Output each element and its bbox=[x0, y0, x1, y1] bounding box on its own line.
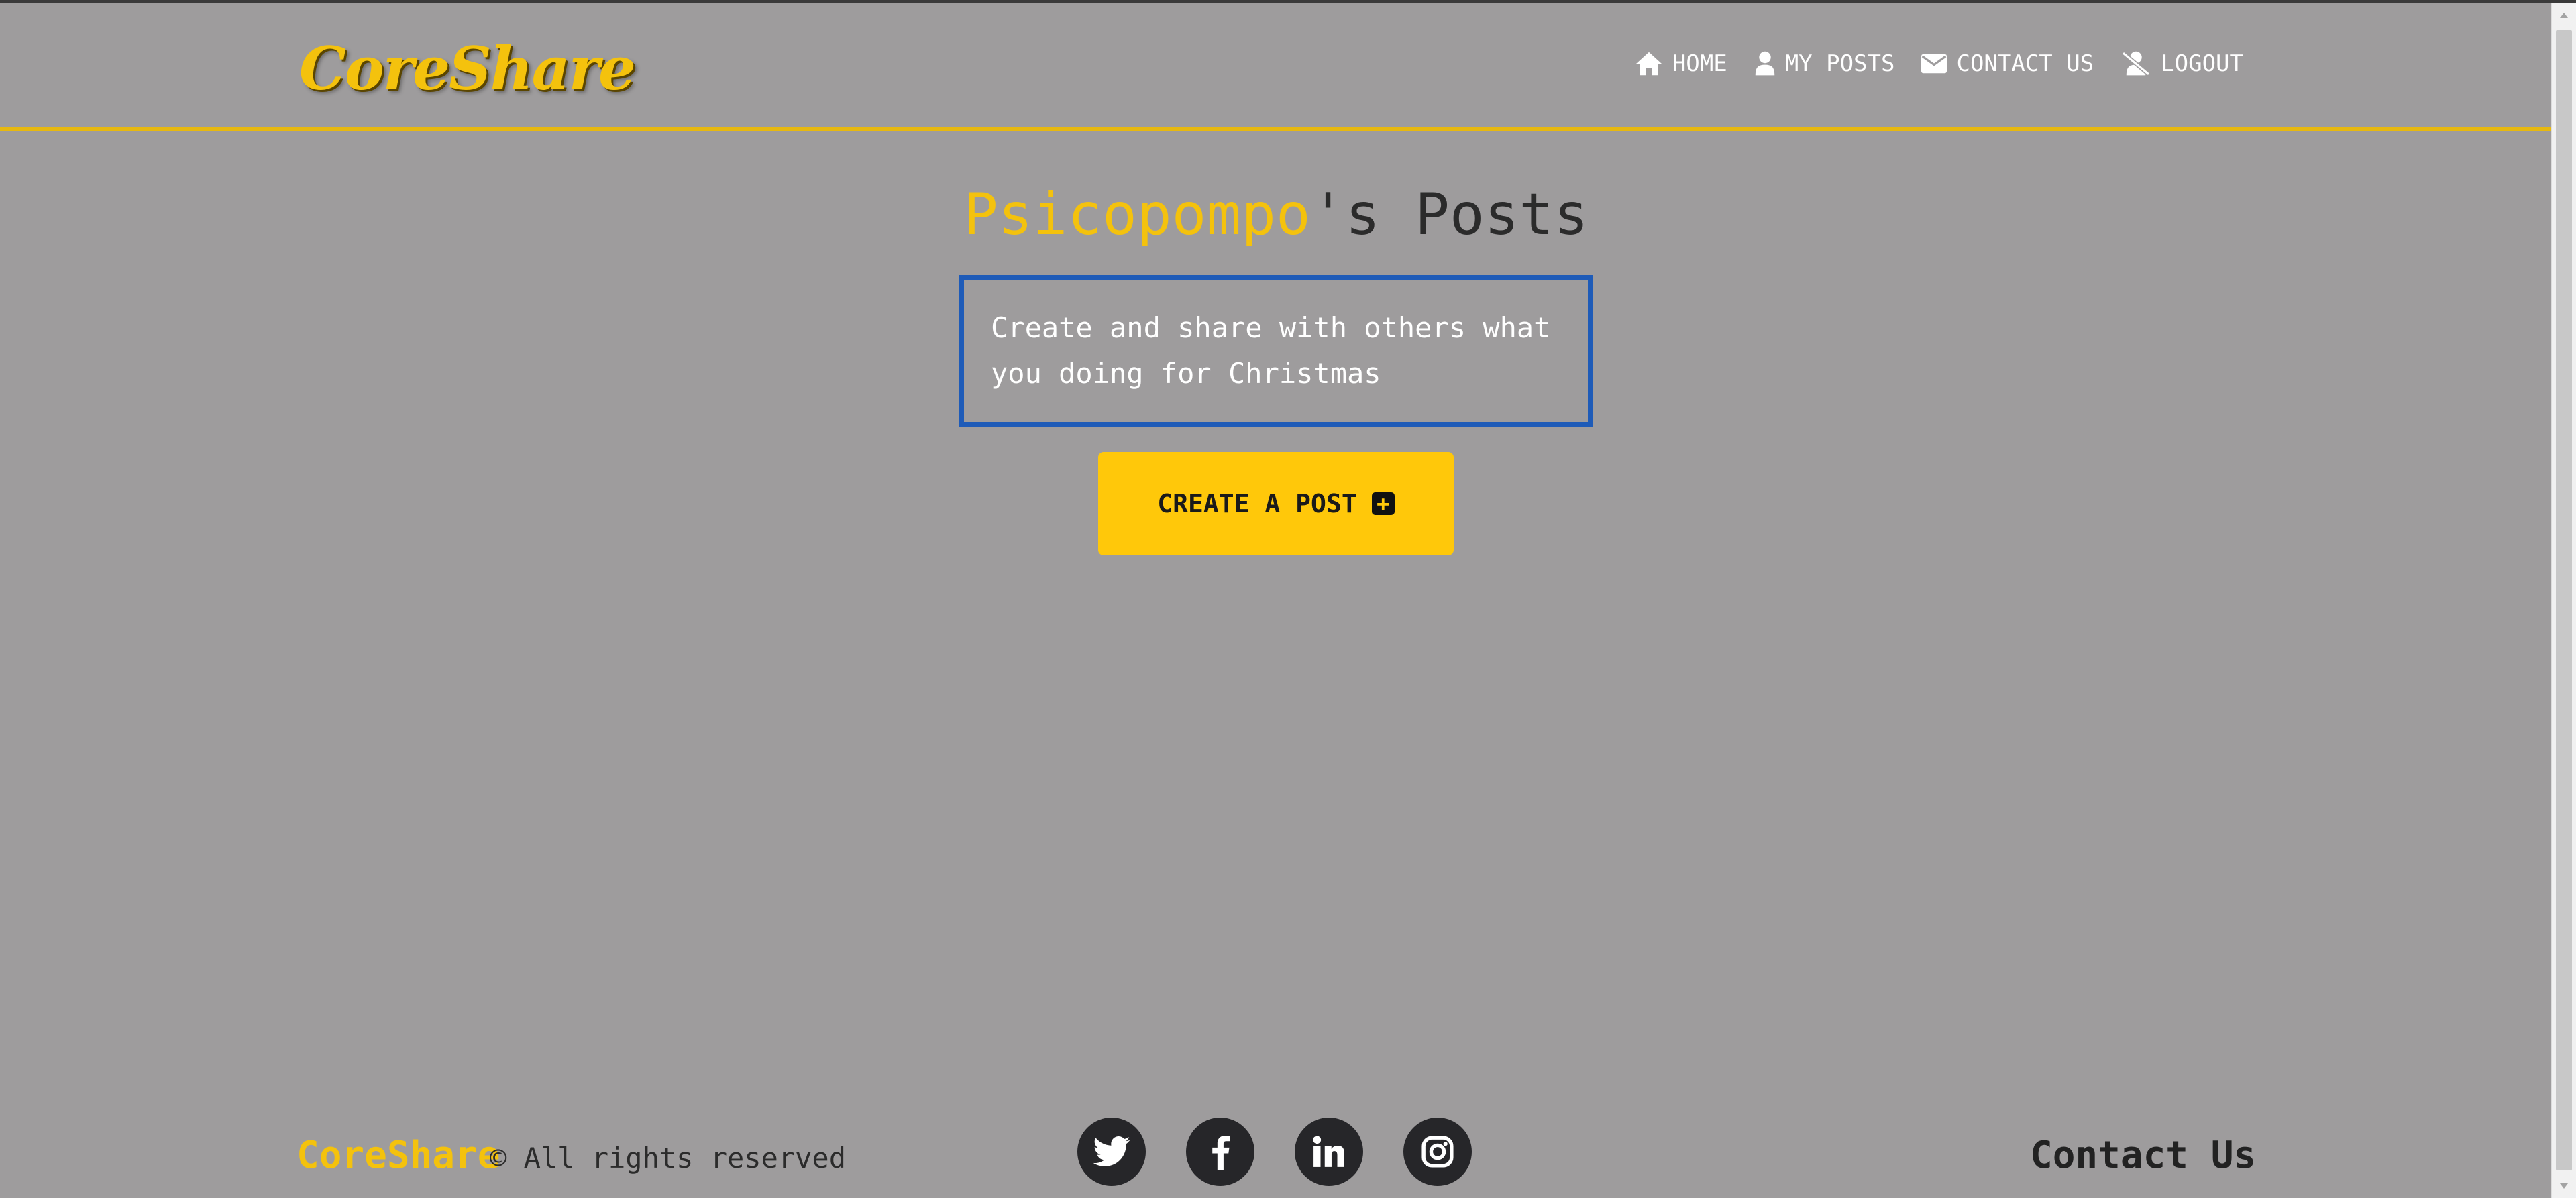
page-title: Psicopompo's Posts bbox=[963, 181, 1589, 248]
twitter-link[interactable] bbox=[1077, 1118, 1146, 1186]
footer-brand: CoreShare bbox=[297, 1134, 500, 1177]
nav-logout[interactable]: LOGOUT bbox=[2121, 50, 2243, 77]
nav-logout-label: LOGOUT bbox=[2161, 50, 2243, 77]
vertical-scrollbar[interactable] bbox=[2551, 3, 2576, 1198]
nav-my-posts[interactable]: MY POSTS bbox=[1754, 50, 1895, 77]
main-content: Psicopompo's Posts Create and share with… bbox=[0, 131, 2552, 555]
nav-home[interactable]: HOME bbox=[1635, 50, 1727, 77]
linkedin-icon bbox=[1313, 1136, 1344, 1167]
description-box: Create and share with others what you do… bbox=[959, 275, 1593, 427]
nav-home-label: HOME bbox=[1672, 50, 1727, 77]
user-slash-icon bbox=[2122, 51, 2151, 76]
facebook-link[interactable] bbox=[1186, 1118, 1254, 1186]
nav-my-posts-label: MY POSTS bbox=[1784, 50, 1895, 77]
footer-contact-link[interactable]: Contact Us bbox=[2030, 1134, 2256, 1177]
social-links bbox=[1077, 1118, 1472, 1186]
site-logo[interactable]: CoreShare bbox=[299, 34, 636, 103]
user-icon bbox=[1755, 51, 1774, 76]
create-post-button[interactable]: CREATE A POST + bbox=[1098, 452, 1454, 555]
site-header: CoreShare HOME MY POSTS CONTACT US LOGOU… bbox=[0, 3, 2552, 131]
scroll-down-arrow-icon[interactable] bbox=[2552, 1174, 2576, 1198]
envelope-icon bbox=[1921, 54, 1947, 74]
page-title-suffix: 's Posts bbox=[1310, 181, 1589, 248]
instagram-icon bbox=[1421, 1136, 1454, 1168]
username: Psicopompo bbox=[963, 181, 1311, 248]
main-nav: HOME MY POSTS CONTACT US LOGOUT bbox=[1635, 50, 2243, 77]
instagram-link[interactable] bbox=[1403, 1118, 1472, 1186]
home-icon bbox=[1635, 52, 1662, 76]
scrollbar-thumb[interactable] bbox=[2556, 30, 2572, 1170]
footer-rights: © All rights reserved bbox=[490, 1142, 847, 1175]
plus-square-icon: + bbox=[1371, 492, 1395, 515]
create-post-label: CREATE A POST bbox=[1157, 489, 1357, 519]
nav-contact-label: CONTACT US bbox=[1956, 50, 2094, 77]
facebook-icon bbox=[1212, 1135, 1230, 1170]
twitter-icon bbox=[1093, 1136, 1130, 1166]
scroll-up-arrow-icon[interactable] bbox=[2552, 3, 2576, 28]
linkedin-link[interactable] bbox=[1295, 1118, 1363, 1186]
site-footer: CoreShare © All rights reserved Contact … bbox=[0, 1113, 2552, 1198]
nav-contact[interactable]: CONTACT US bbox=[1921, 50, 2094, 77]
